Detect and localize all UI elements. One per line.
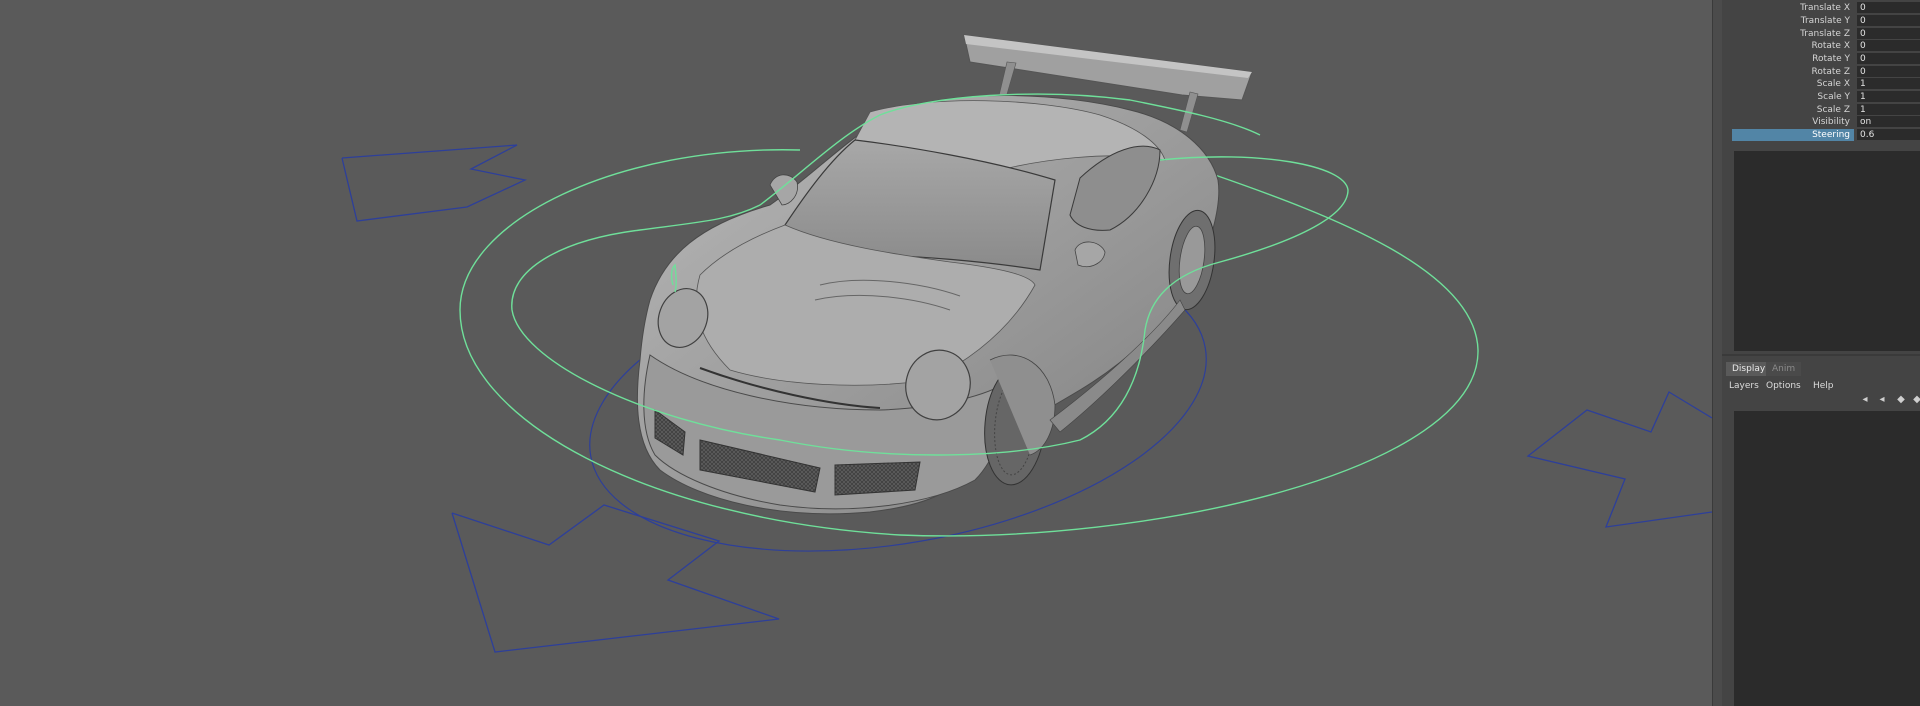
attr-name: Translate X: [1800, 3, 1850, 13]
attr-row-translate-z[interactable]: Translate Z 0: [1732, 28, 1920, 40]
new-layer-icon[interactable]: ◆: [1894, 394, 1908, 406]
attr-name: Rotate Z: [1811, 67, 1851, 77]
menu-options[interactable]: Options: [1766, 379, 1801, 393]
attr-value-field[interactable]: 0: [1857, 66, 1920, 77]
menu-help[interactable]: Help: [1813, 379, 1834, 393]
viewport-panel[interactable]: [0, 0, 1712, 706]
attr-name: Translate Y: [1800, 16, 1850, 26]
arrow-control-right[interactable]: [1526, 391, 1712, 528]
channel-box: Translate X 0 Translate Y 0 Translate Z …: [1722, 0, 1920, 352]
maya-workspace: Translate X 0 Translate Y 0 Translate Z …: [0, 0, 1920, 706]
attr-value-field[interactable]: 0: [1857, 15, 1920, 26]
menu-layers[interactable]: Layers: [1729, 379, 1759, 393]
viewport-scene[interactable]: [0, 0, 1712, 706]
move-layer-down-icon[interactable]: ◂: [1875, 394, 1889, 406]
attr-row-rotate-y[interactable]: Rotate Y 0: [1732, 53, 1920, 65]
arrow-control-front[interactable]: [451, 504, 780, 653]
attr-value-field[interactable]: 1: [1857, 104, 1920, 115]
channel-box-empty-area: [1734, 151, 1920, 351]
attr-name: Steering: [1732, 129, 1854, 141]
attr-value-field[interactable]: 0: [1857, 53, 1920, 64]
arrow-control-left[interactable]: [341, 144, 528, 222]
tab-display[interactable]: Display: [1726, 362, 1772, 376]
attr-value-field[interactable]: 1: [1857, 78, 1920, 89]
layer-list[interactable]: [1734, 411, 1920, 706]
attr-row-translate-x[interactable]: Translate X 0: [1732, 2, 1920, 14]
panel-splitter[interactable]: [1712, 0, 1722, 706]
attr-value-field[interactable]: 0: [1857, 40, 1920, 51]
attr-name: Scale X: [1816, 79, 1850, 89]
attr-value-field[interactable]: on: [1857, 116, 1920, 127]
attr-name: Rotate Y: [1812, 54, 1850, 64]
attr-name: Translate Z: [1800, 29, 1850, 39]
attr-row-scale-y[interactable]: Scale Y 1: [1732, 91, 1920, 103]
attr-name: Rotate X: [1811, 41, 1851, 51]
attr-row-visibility[interactable]: Visibility on: [1732, 116, 1920, 128]
attr-value-field[interactable]: 0: [1857, 28, 1920, 39]
layer-editor: Display Anim Layers Options Help ◂ ◂ ◆ ◆: [1722, 356, 1920, 706]
car-model[interactable]: [636, 34, 1253, 515]
attr-value-field[interactable]: 0: [1857, 2, 1920, 13]
attr-name: Scale Y: [1817, 92, 1850, 102]
attr-value-field[interactable]: 1: [1857, 91, 1920, 102]
attr-name: Scale Z: [1816, 105, 1850, 115]
attr-value-field[interactable]: 0.6: [1857, 129, 1920, 140]
right-dock-panel: Translate X 0 Translate Y 0 Translate Z …: [1712, 0, 1920, 706]
attr-row-rotate-x[interactable]: Rotate X 0: [1732, 40, 1920, 52]
new-layer-from-selection-icon[interactable]: ◆: [1910, 394, 1920, 406]
move-layer-up-icon[interactable]: ◂: [1858, 394, 1872, 406]
attr-row-scale-x[interactable]: Scale X 1: [1732, 78, 1920, 90]
attr-row-rotate-z[interactable]: Rotate Z 0: [1732, 66, 1920, 78]
attr-row-translate-y[interactable]: Translate Y 0: [1732, 15, 1920, 27]
tab-anim[interactable]: Anim: [1766, 362, 1802, 376]
attr-row-scale-z[interactable]: Scale Z 1: [1732, 104, 1920, 116]
attr-row-steering[interactable]: Steering 0.6: [1732, 129, 1920, 141]
attr-name: Visibility: [1812, 117, 1850, 127]
